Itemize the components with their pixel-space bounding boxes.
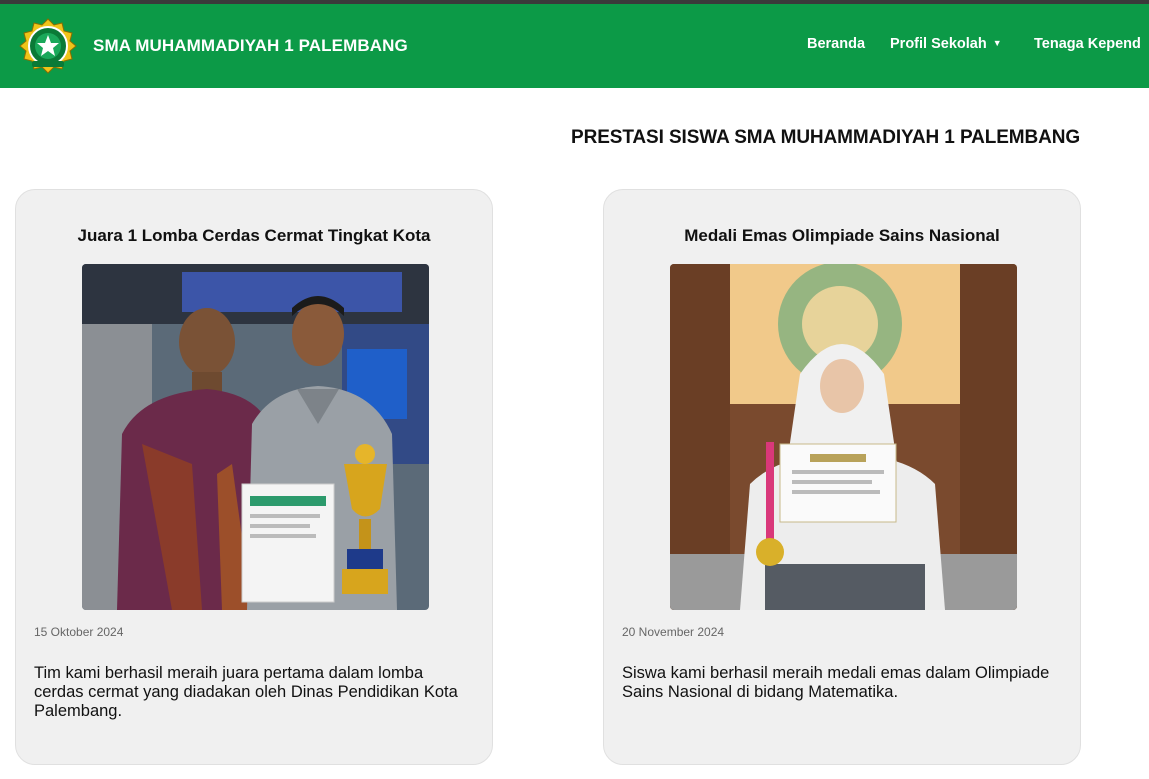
card-date: 15 Oktober 2024 (34, 625, 124, 639)
card-description: Siswa kami berhasil meraih medali emas d… (622, 664, 1050, 701)
page-title: PRESTASI SISWA SMA MUHAMMADIYAH 1 PALEMB… (571, 127, 1081, 148)
nav-tenaga-label: Tenaga Kepend (1034, 36, 1141, 52)
navbar: SMA MUHAMMADIYAH 1 PALEMBANG Beranda Pro… (0, 4, 1149, 88)
nav-profil-sekolah-label: Profil Sekolah (890, 36, 987, 52)
nav-beranda-label: Beranda (807, 36, 866, 52)
school-emblem-icon[interactable] (18, 17, 78, 75)
brand-name[interactable]: SMA MUHAMMADIYAH 1 PALEMBANG (93, 36, 408, 56)
main-nav: Beranda Profil Sekolah ▼ Tenaga Kepend (807, 36, 1149, 56)
card-date: 20 November 2024 (622, 625, 725, 639)
card-description: Tim kami berhasil meraih juara pertama d… (34, 664, 458, 720)
nav-tenaga-kependidikan[interactable]: Tenaga Kepend (1034, 36, 1141, 52)
nav-profil-sekolah[interactable]: Profil Sekolah ▼ (890, 36, 1002, 52)
card-title: Medali Emas Olimpiade Sains Nasional (684, 226, 1000, 245)
achievement-photo (670, 264, 1017, 610)
achievement-card: Medali Emas Olimpiade Sains Nasional 20 … (603, 189, 1081, 765)
nav-beranda[interactable]: Beranda (807, 36, 865, 52)
chevron-down-icon: ▼ (992, 38, 1002, 48)
achievement-photo (82, 264, 429, 610)
achievement-card: Juara 1 Lomba Cerdas Cermat Tingkat Kota (15, 189, 493, 765)
card-title: Juara 1 Lomba Cerdas Cermat Tingkat Kota (77, 226, 431, 245)
